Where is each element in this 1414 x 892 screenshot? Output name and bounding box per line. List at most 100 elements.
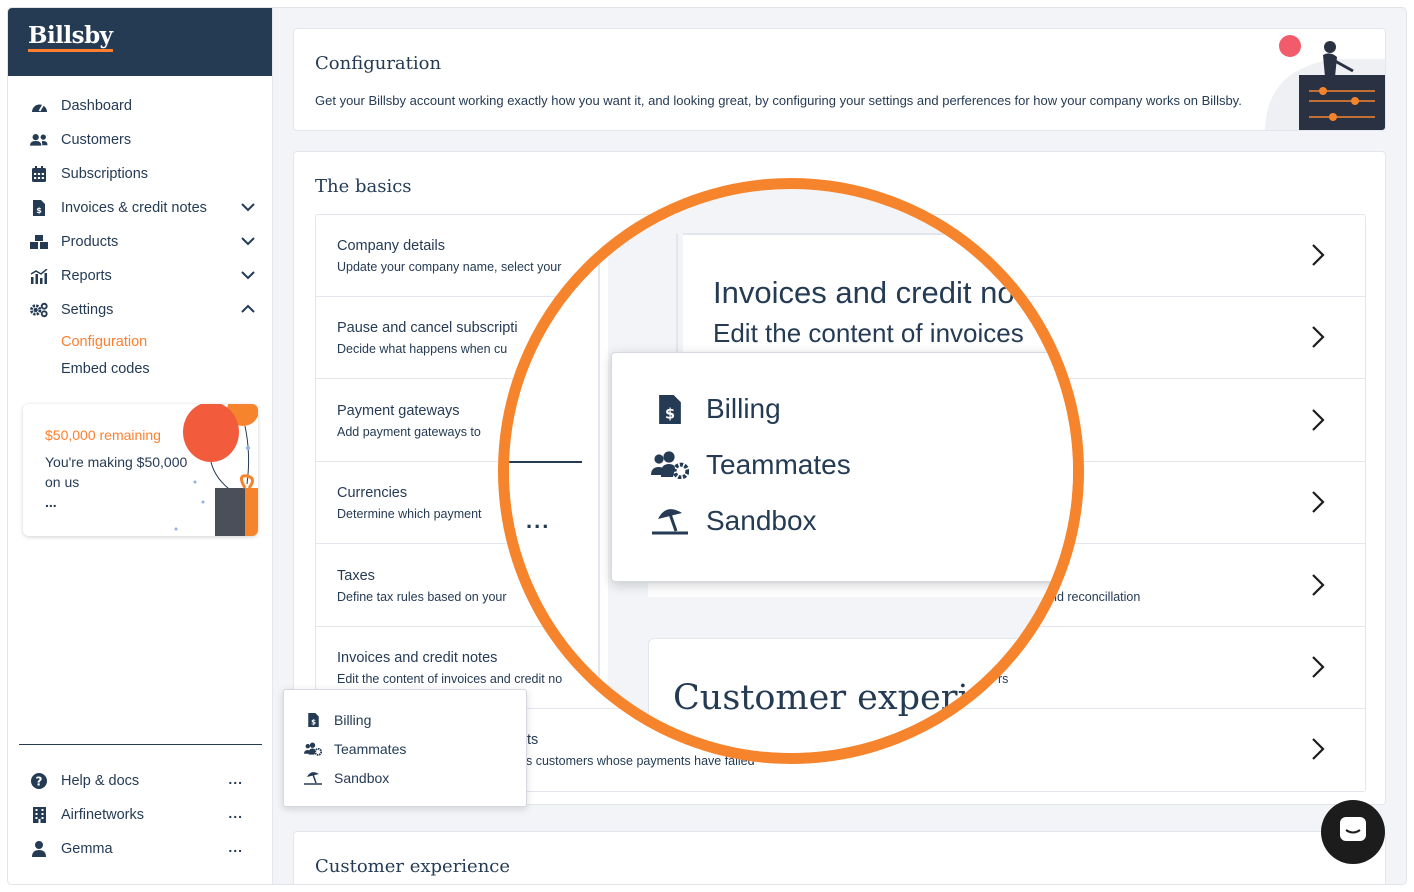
promo-card[interactable]: $50,000 remaining You're making $50,000 … xyxy=(23,404,258,536)
menu-item-billing[interactable]: $ Billing xyxy=(304,712,371,728)
row-description: Define tax rules based on your xyxy=(337,590,507,604)
svg-text:?: ? xyxy=(36,775,43,789)
sidebar-divider xyxy=(19,744,262,745)
sidebar-item-user[interactable]: Gemma ... xyxy=(8,834,273,864)
magnified-row xyxy=(648,583,1073,597)
chevron-down-icon[interactable] xyxy=(241,234,255,252)
sidebar-item-label: Subscriptions xyxy=(61,166,149,182)
umbrella-beach-icon xyxy=(650,507,690,535)
magnified-list-left xyxy=(509,189,608,753)
sidebar-item-account[interactable]: Airfinetworks ... xyxy=(8,800,273,830)
magnified-menu-item-sandbox: Sandbox xyxy=(650,505,817,537)
chevron-right-icon xyxy=(1311,573,1325,602)
billsby-logo[interactable]: Billsby xyxy=(28,24,113,52)
sidebar-item-settings[interactable]: Settings xyxy=(8,295,273,325)
chevron-right-icon xyxy=(1311,490,1325,519)
row-description: s customers whose payments have failed xyxy=(526,754,755,768)
question-circle-icon: ? xyxy=(30,773,48,789)
boxes-icon xyxy=(30,234,48,250)
row-description: Determine which payment xyxy=(337,507,482,521)
sidebar-subitem-configuration[interactable]: Configuration xyxy=(61,334,147,350)
sidebar-item-label: Customers xyxy=(61,132,132,148)
sidebar-item-customers[interactable]: Customers xyxy=(8,125,273,155)
sidebar-subitem-embed-codes[interactable]: Embed codes xyxy=(61,361,150,377)
section-title: Customer experience xyxy=(315,856,511,877)
invoice-icon: $ xyxy=(30,200,48,216)
row-title: Invoices and credit notes xyxy=(337,650,498,666)
menu-item-label: Teammates xyxy=(334,741,407,757)
svg-text:$: $ xyxy=(665,406,675,422)
chat-launcher-button[interactable] xyxy=(1321,800,1385,864)
chevron-right-icon xyxy=(1311,325,1325,354)
sidebar-item-help[interactable]: ? Help & docs ... xyxy=(8,766,273,796)
chevron-right-icon xyxy=(1311,655,1325,684)
more-options-button[interactable]: ... xyxy=(228,771,243,787)
svg-text:$: $ xyxy=(311,718,316,726)
sidebar-item-reports[interactable]: Reports xyxy=(8,261,273,291)
row-description: Add payment gateways to xyxy=(337,425,481,439)
magnified-list-divider xyxy=(598,189,600,753)
magnified-menu-item-teammates: Teammates xyxy=(650,449,851,481)
magnified-row-border xyxy=(683,233,1073,235)
magnified-section-title: Customer experie xyxy=(673,678,990,718)
row-title: Payment gateways xyxy=(337,403,460,419)
menu-item-teammates[interactable]: Teammates xyxy=(304,741,406,757)
app-window: Billsby Dashboard Customers Subscription… xyxy=(8,8,1406,884)
chevron-down-icon[interactable] xyxy=(241,200,255,218)
account-menu-popup: $ Billing Teammates Sandbox xyxy=(283,689,527,807)
sidebar-item-invoices[interactable]: $ Invoices & credit notes xyxy=(8,193,273,223)
building-icon xyxy=(30,807,48,823)
chevron-right-icon xyxy=(1311,243,1325,272)
balloon-gift-illustration xyxy=(174,404,258,536)
sidebar-item-label: Help & docs xyxy=(61,773,140,789)
magnified-underline xyxy=(509,461,582,463)
row-title: Taxes xyxy=(337,568,375,584)
sidebar-item-subscriptions[interactable]: Subscriptions xyxy=(8,159,273,189)
magnified-account-menu: $ Billing Teammates Sandbox xyxy=(611,352,1073,582)
invoice-dollar-icon: $ xyxy=(304,713,322,727)
magnified-row-description: Edit the content of invoices xyxy=(713,318,1024,348)
header-illustration xyxy=(1265,35,1385,130)
magnified-menu-item-billing: $ Billing xyxy=(650,393,781,425)
more-options-button[interactable]: ... xyxy=(228,805,243,821)
sidebar-item-label: Dashboard xyxy=(61,98,132,114)
brand-header: Billsby xyxy=(8,8,272,76)
sidebar-item-label: Products xyxy=(61,234,119,250)
menu-item-label: Teammates xyxy=(706,449,851,480)
magnifier-callout: Invoices and credit no Edit the content … xyxy=(498,178,1084,764)
menu-item-sandbox[interactable]: Sandbox xyxy=(304,770,389,786)
users-cog-icon xyxy=(304,742,322,756)
chevron-up-icon[interactable] xyxy=(241,302,255,320)
menu-item-label: Billing xyxy=(334,712,372,728)
svg-text:$: $ xyxy=(36,206,42,215)
row-description: Decide what happens when cu xyxy=(337,342,508,356)
sidebar-item-label: Gemma xyxy=(61,841,113,857)
magnified-row-title: Invoices and credit no xyxy=(713,275,1015,310)
sidebar-item-products[interactable]: Products xyxy=(8,227,273,257)
user-icon xyxy=(30,841,48,857)
chevron-right-icon xyxy=(1311,408,1325,437)
promo-more-button[interactable]: ... xyxy=(45,494,57,510)
more-options-button[interactable]: ... xyxy=(228,839,243,855)
customer-experience-card: Customer experience xyxy=(293,831,1386,884)
configuration-header-card: Configuration Get your Billsby account w… xyxy=(293,28,1386,131)
row-title: Currencies xyxy=(337,485,408,501)
page-description: Get your Billsby account working exactly… xyxy=(315,93,1242,108)
page-title: Configuration xyxy=(315,53,442,74)
invoice-dollar-icon: $ xyxy=(650,394,690,424)
cogs-icon xyxy=(30,302,48,318)
sidebar-item-dashboard[interactable]: Dashboard xyxy=(8,91,273,121)
sidebar-item-label: Settings xyxy=(61,302,114,318)
magnified-more-dots: ... xyxy=(526,508,551,533)
promo-amount: $50,000 remaining xyxy=(45,427,161,443)
menu-item-label: Sandbox xyxy=(706,505,817,536)
sidebar: Billsby Dashboard Customers Subscription… xyxy=(8,8,273,884)
chevron-right-icon xyxy=(1311,737,1325,766)
sidebar-item-label: Airfinetworks xyxy=(61,807,144,823)
users-cog-icon xyxy=(650,451,690,479)
chart-icon xyxy=(30,268,48,284)
chevron-down-icon[interactable] xyxy=(241,268,255,286)
dashboard-icon xyxy=(30,98,48,114)
row-title: Company details xyxy=(337,238,445,254)
sidebar-item-label: Reports xyxy=(61,268,112,284)
